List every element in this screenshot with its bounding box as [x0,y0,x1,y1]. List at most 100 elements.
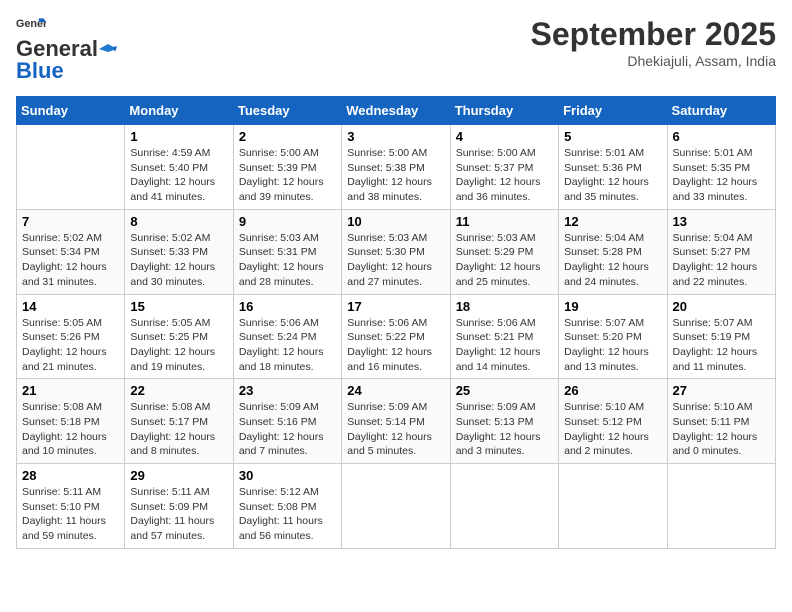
day-detail: Sunrise: 5:06 AM Sunset: 5:22 PM Dayligh… [347,316,444,375]
day-number: 2 [239,129,336,144]
week-row-1: 1Sunrise: 4:59 AM Sunset: 5:40 PM Daylig… [17,125,776,210]
day-detail: Sunrise: 5:10 AM Sunset: 5:11 PM Dayligh… [673,400,770,459]
day-detail: Sunrise: 5:03 AM Sunset: 5:31 PM Dayligh… [239,231,336,290]
day-cell: 20Sunrise: 5:07 AM Sunset: 5:19 PM Dayli… [667,294,775,379]
day-number: 13 [673,214,770,229]
day-number: 28 [22,468,119,483]
day-detail: Sunrise: 5:03 AM Sunset: 5:29 PM Dayligh… [456,231,553,290]
weekday-header-sunday: Sunday [17,97,125,125]
day-cell: 19 Sunrise: 5:07 AM Sunset: 5:20 PM Dayli… [559,294,667,379]
location: Dhekiajuli, Assam, India [531,53,776,69]
day-detail: Sunrise: 5:03 AM Sunset: 5:30 PM Dayligh… [347,231,444,290]
day-detail: Sunrise: 5:07 AM Sunset: 5:20 PM Dayligh… [564,316,661,375]
day-detail: Sunrise: 5:02 AM Sunset: 5:34 PM Dayligh… [22,231,119,290]
day-detail: Sunrise: 5:08 AM Sunset: 5:18 PM Dayligh… [22,400,119,459]
day-detail: Sunrise: 5:10 AM Sunset: 5:12 PM Dayligh… [564,400,661,459]
calendar-table: SundayMondayTuesdayWednesdayThursdayFrid… [16,96,776,549]
day-number: 8 [130,214,227,229]
day-cell: 12 Sunrise: 5:04 AM Sunset: 5:28 PM Dayli… [559,209,667,294]
logo-bird-icon [99,44,117,56]
day-number: 16 [239,299,336,314]
day-detail: Sunrise: 5:00 AM Sunset: 5:38 PM Dayligh… [347,146,444,205]
day-detail: Sunrise: 5:05 AM Sunset: 5:26 PM Dayligh… [22,316,119,375]
day-number: 24 [347,383,444,398]
day-number: 11 [456,214,553,229]
day-cell: 17Sunrise: 5:06 AM Sunset: 5:22 PM Dayli… [342,294,450,379]
day-number: 25 [456,383,553,398]
day-cell [450,464,558,549]
day-detail: Sunrise: 5:02 AM Sunset: 5:33 PM Dayligh… [130,231,227,290]
day-cell: 6Sunrise: 5:01 AM Sunset: 5:35 PM Daylig… [667,125,775,210]
day-cell: 11 Sunrise: 5:03 AM Sunset: 5:29 PM Dayli… [450,209,558,294]
day-number: 12 [564,214,661,229]
day-number: 18 [456,299,553,314]
day-cell: 14 Sunrise: 5:05 AM Sunset: 5:26 PM Dayli… [17,294,125,379]
day-cell: 18Sunrise: 5:06 AM Sunset: 5:21 PM Dayli… [450,294,558,379]
day-detail: Sunrise: 5:04 AM Sunset: 5:28 PM Dayligh… [564,231,661,290]
day-cell: 24 Sunrise: 5:09 AM Sunset: 5:14 PM Dayli… [342,379,450,464]
day-cell: 21 Sunrise: 5:08 AM Sunset: 5:18 PM Dayli… [17,379,125,464]
day-number: 15 [130,299,227,314]
logo-blue: Blue [16,58,64,84]
day-cell: 13 Sunrise: 5:04 AM Sunset: 5:27 PM Dayli… [667,209,775,294]
day-number: 30 [239,468,336,483]
day-cell [17,125,125,210]
day-detail: Sunrise: 5:11 AM Sunset: 5:10 PM Dayligh… [22,485,119,544]
title-block: September 2025 Dhekiajuli, Assam, India [531,16,776,69]
day-detail: Sunrise: 5:09 AM Sunset: 5:14 PM Dayligh… [347,400,444,459]
day-number: 6 [673,129,770,144]
week-row-5: 28 Sunrise: 5:11 AM Sunset: 5:10 PM Dayli… [17,464,776,549]
day-number: 4 [456,129,553,144]
day-detail: Sunrise: 5:09 AM Sunset: 5:16 PM Dayligh… [239,400,336,459]
day-number: 5 [564,129,661,144]
day-cell: 8 Sunrise: 5:02 AM Sunset: 5:33 PM Daylig… [125,209,233,294]
day-cell: 1Sunrise: 4:59 AM Sunset: 5:40 PM Daylig… [125,125,233,210]
weekday-header-tuesday: Tuesday [233,97,341,125]
day-cell [559,464,667,549]
weekday-header-thursday: Thursday [450,97,558,125]
day-cell: 28 Sunrise: 5:11 AM Sunset: 5:10 PM Dayli… [17,464,125,549]
day-detail: Sunrise: 5:01 AM Sunset: 5:36 PM Dayligh… [564,146,661,205]
week-row-3: 14 Sunrise: 5:05 AM Sunset: 5:26 PM Dayli… [17,294,776,379]
day-detail: Sunrise: 5:00 AM Sunset: 5:37 PM Dayligh… [456,146,553,205]
day-detail: Sunrise: 5:12 AM Sunset: 5:08 PM Dayligh… [239,485,336,544]
day-cell: 25 Sunrise: 5:09 AM Sunset: 5:13 PM Dayli… [450,379,558,464]
weekday-header-friday: Friday [559,97,667,125]
day-number: 22 [130,383,227,398]
day-number: 26 [564,383,661,398]
day-number: 3 [347,129,444,144]
day-number: 14 [22,299,119,314]
day-cell: 3 Sunrise: 5:00 AM Sunset: 5:38 PM Daylig… [342,125,450,210]
day-cell: 2 Sunrise: 5:00 AM Sunset: 5:39 PM Daylig… [233,125,341,210]
day-detail: Sunrise: 5:08 AM Sunset: 5:17 PM Dayligh… [130,400,227,459]
day-detail: Sunrise: 5:09 AM Sunset: 5:13 PM Dayligh… [456,400,553,459]
day-cell: 16Sunrise: 5:06 AM Sunset: 5:24 PM Dayli… [233,294,341,379]
day-number: 9 [239,214,336,229]
weekday-header-monday: Monday [125,97,233,125]
day-number: 19 [564,299,661,314]
day-cell: 29Sunrise: 5:11 AM Sunset: 5:09 PM Dayli… [125,464,233,549]
day-cell: 27 Sunrise: 5:10 AM Sunset: 5:11 PM Dayli… [667,379,775,464]
day-cell: 10Sunrise: 5:03 AM Sunset: 5:30 PM Dayli… [342,209,450,294]
day-number: 27 [673,383,770,398]
day-number: 29 [130,468,227,483]
weekday-header-row: SundayMondayTuesdayWednesdayThursdayFrid… [17,97,776,125]
day-number: 21 [22,383,119,398]
logo-icon: General [16,16,46,34]
week-row-4: 21 Sunrise: 5:08 AM Sunset: 5:18 PM Dayli… [17,379,776,464]
day-cell [667,464,775,549]
day-cell: 15 Sunrise: 5:05 AM Sunset: 5:25 PM Dayli… [125,294,233,379]
day-detail: Sunrise: 5:04 AM Sunset: 5:27 PM Dayligh… [673,231,770,290]
day-number: 23 [239,383,336,398]
day-cell: 23 Sunrise: 5:09 AM Sunset: 5:16 PM Dayli… [233,379,341,464]
day-cell: 9 Sunrise: 5:03 AM Sunset: 5:31 PM Daylig… [233,209,341,294]
day-detail: Sunrise: 5:05 AM Sunset: 5:25 PM Dayligh… [130,316,227,375]
day-cell: 4 Sunrise: 5:00 AM Sunset: 5:37 PM Daylig… [450,125,558,210]
day-cell: 26 Sunrise: 5:10 AM Sunset: 5:12 PM Dayli… [559,379,667,464]
day-cell: 30 Sunrise: 5:12 AM Sunset: 5:08 PM Dayli… [233,464,341,549]
month-title: September 2025 [531,16,776,53]
day-cell: 22 Sunrise: 5:08 AM Sunset: 5:17 PM Dayli… [125,379,233,464]
day-cell: 5 Sunrise: 5:01 AM Sunset: 5:36 PM Daylig… [559,125,667,210]
day-detail: Sunrise: 5:00 AM Sunset: 5:39 PM Dayligh… [239,146,336,205]
day-cell: 7Sunrise: 5:02 AM Sunset: 5:34 PM Daylig… [17,209,125,294]
